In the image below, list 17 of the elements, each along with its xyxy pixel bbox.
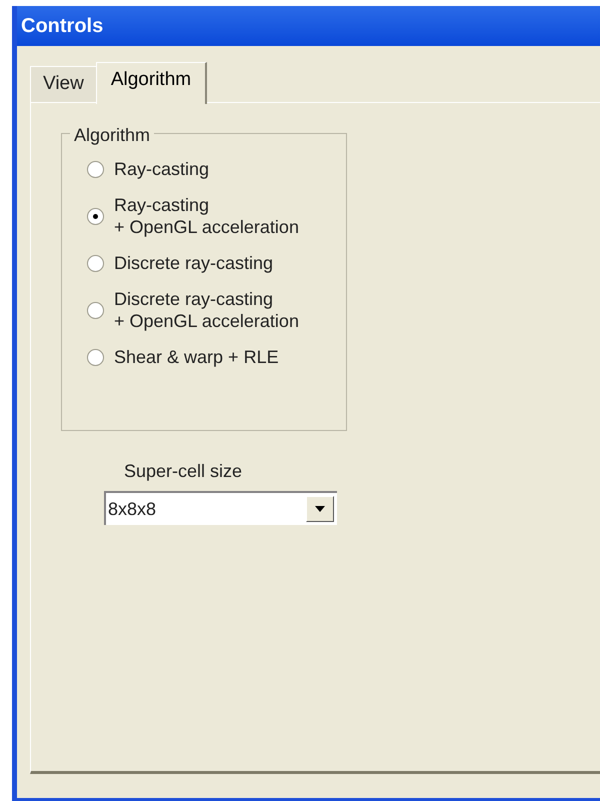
radio-label: Ray-casting bbox=[114, 158, 210, 180]
radio-label: Discrete ray-casting bbox=[114, 252, 274, 274]
window-title: Controls bbox=[21, 14, 104, 39]
radio-button[interactable] bbox=[87, 302, 104, 318]
field-label: Super-cell size bbox=[123, 460, 244, 483]
radio-button[interactable] bbox=[87, 348, 104, 366]
radio-label: Ray-casting + OpenGL acceleration bbox=[114, 194, 299, 238]
caret-icon[interactable] bbox=[306, 496, 334, 522]
dropdown[interactable]: 8x8x8 bbox=[104, 491, 337, 525]
dropdown-value: 8x8x8 bbox=[107, 498, 156, 520]
radio-button[interactable] bbox=[87, 254, 104, 272]
radio-button[interactable] bbox=[87, 160, 104, 178]
radio-label: Shear & warp + RLE bbox=[114, 346, 279, 368]
radio-label: Discrete ray-casting + OpenGL acceleration bbox=[114, 288, 299, 332]
tab[interactable]: View bbox=[30, 66, 96, 102]
tab[interactable]: Algorithm bbox=[96, 62, 208, 104]
radio-button[interactable] bbox=[87, 208, 104, 224]
